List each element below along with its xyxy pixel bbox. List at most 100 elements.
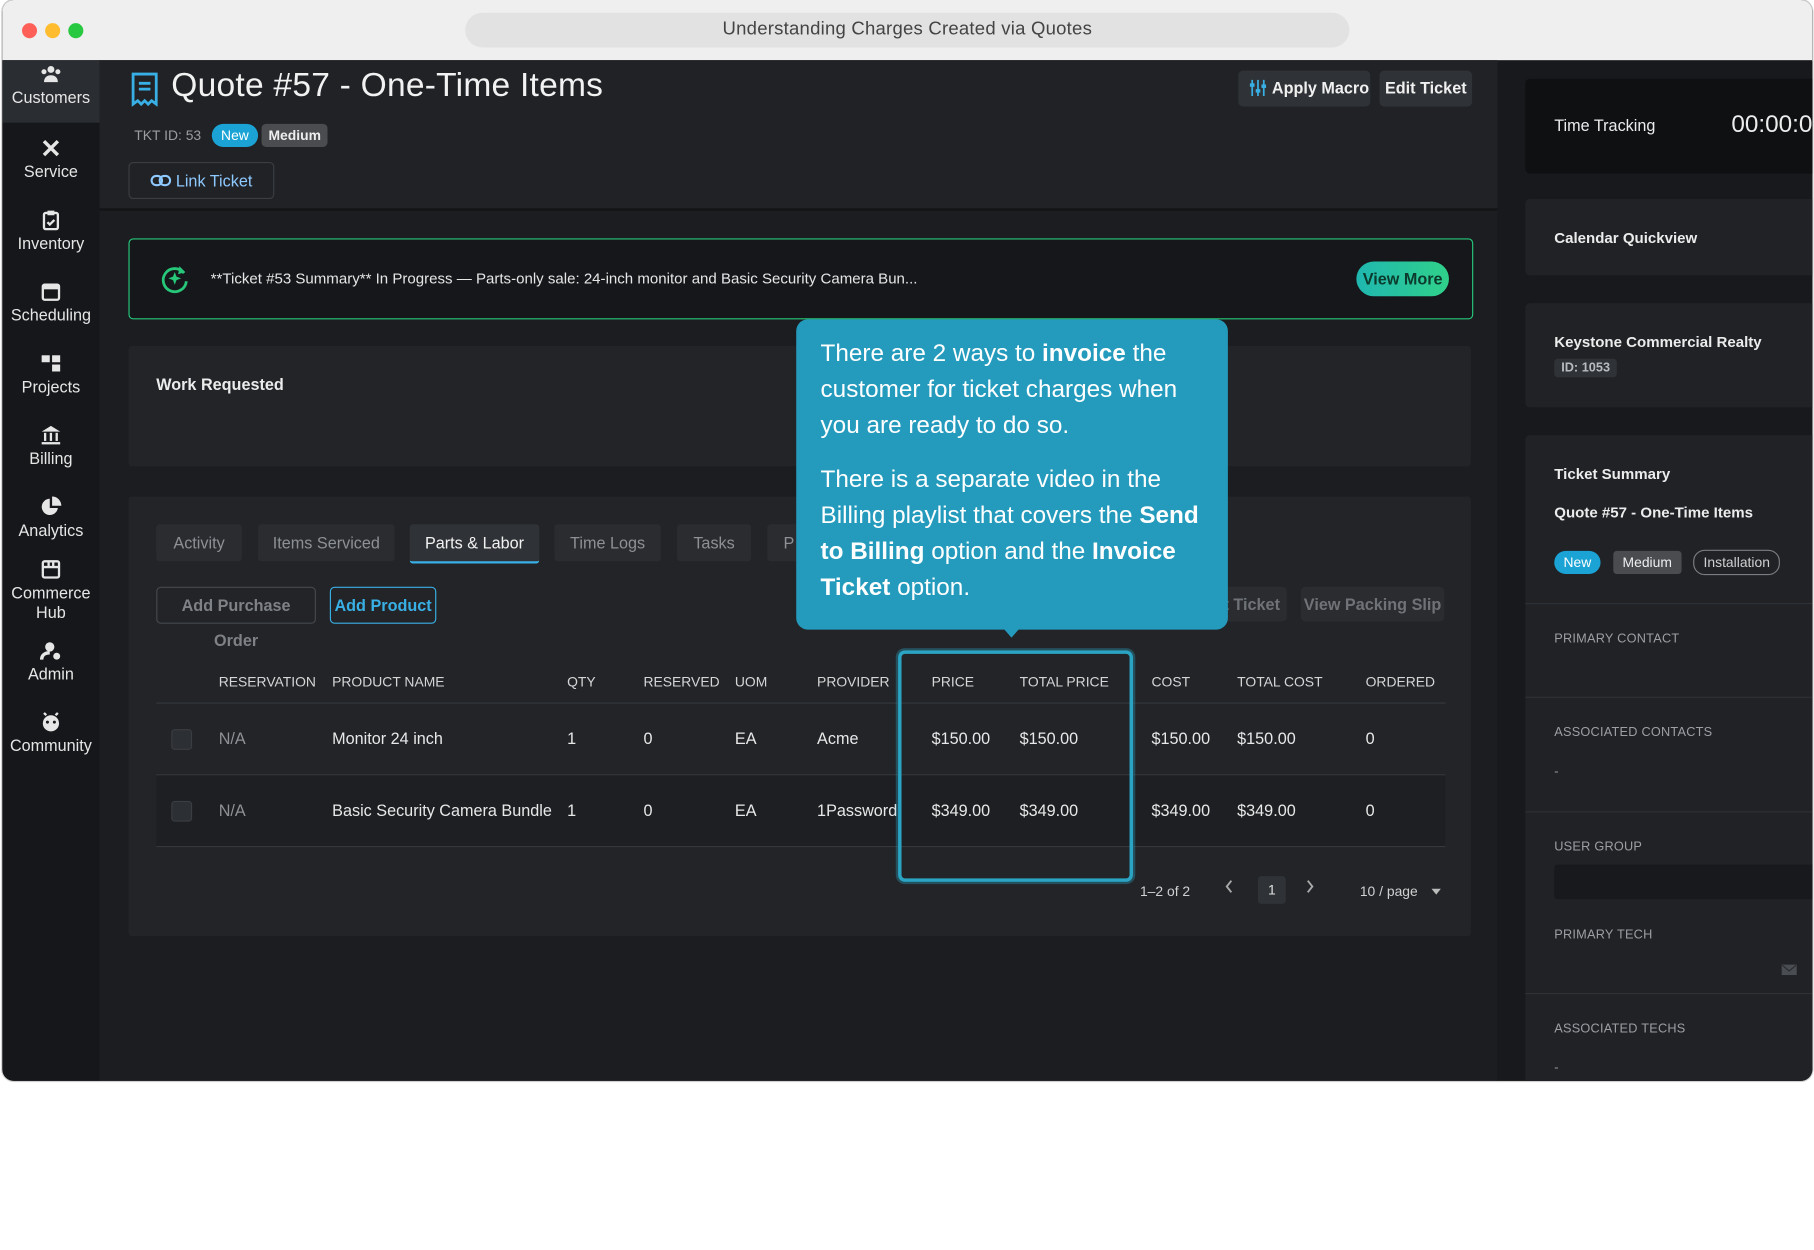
sidebar-item-inventory[interactable]: Inventory (2, 208, 99, 252)
column-header[interactable]: TOTAL COST (1237, 674, 1322, 690)
sidebar-item-label: Commerce Hub (11, 583, 91, 622)
prev-page-button[interactable] (1223, 878, 1235, 898)
time-tracking-label: Time Tracking (1554, 115, 1656, 135)
priority-badge: Medium (1613, 550, 1682, 575)
summary-text: **Ticket #53 Summary** In Progress — Par… (210, 269, 918, 288)
cell-uom: EA (734, 800, 757, 820)
time-tracking-timer[interactable]: 00:00:0 (1731, 111, 1812, 139)
maximize-window-button[interactable] (68, 23, 84, 39)
apply-macro-button[interactable]: Apply Macro (1238, 70, 1371, 107)
calendar-icon (41, 283, 61, 301)
calendar-quickview-card[interactable]: Calendar Quickview (1525, 199, 1813, 276)
sidebar-item-projects[interactable]: Projects (2, 352, 99, 396)
table-row[interactable]: N/A Monitor 24 inch 1 0 EA Acme $150.00 … (156, 704, 1446, 776)
next-page-button[interactable] (1304, 878, 1316, 900)
sidebar-item-admin[interactable]: Admin (2, 639, 99, 683)
column-header[interactable]: RESERVED (643, 674, 719, 690)
window-title: Understanding Charges Created via Quotes (465, 12, 1350, 48)
cell-reserved: 0 (643, 800, 653, 820)
sidebar-item-community[interactable]: Community (2, 711, 99, 755)
tab-tasks[interactable]: Tasks (677, 524, 752, 562)
column-header[interactable]: RESERVATION (219, 674, 316, 690)
bank-icon (41, 425, 61, 445)
close-window-button[interactable] (21, 23, 38, 39)
right-panel: Time Tracking 00:00:0 Calendar Quickview… (1497, 60, 1813, 1081)
edit-ticket-button[interactable]: Edit Ticket (1379, 70, 1473, 107)
ticket-id: TKT ID: 53 (134, 127, 202, 144)
tab-items-serviced[interactable]: Items Serviced (258, 524, 395, 562)
chevron-left-icon (1225, 880, 1233, 893)
cell-reserved: 0 (643, 729, 653, 748)
cell-qty: 1 (567, 729, 577, 748)
column-header[interactable]: QTY (567, 674, 596, 690)
cell-reservation: N/A (218, 800, 246, 820)
ticket-summary-card: Ticket Summary Quote #57 - One-Time Item… (1525, 435, 1813, 1081)
tab-activity[interactable]: Activity (156, 524, 242, 562)
cell-total-cost: $150.00 (1237, 729, 1296, 748)
pagination-range: 1–2 of 2 (1139, 883, 1191, 900)
column-header[interactable]: ORDERED (1366, 674, 1435, 690)
customer-id-badge: ID: 1053 (1554, 358, 1617, 378)
calendar-quickview-label: Calendar Quickview (1554, 229, 1698, 247)
cell-ordered: 0 (1365, 800, 1375, 820)
divider (1525, 992, 1813, 995)
tooltip-arrow (1003, 628, 1020, 638)
cell-reservation: N/A (218, 729, 246, 748)
mail-icon[interactable] (1781, 964, 1797, 976)
sidebar-item-commerce-hub[interactable]: Commerce Hub (2, 558, 99, 623)
column-header[interactable]: PRODUCT NAME (332, 674, 444, 690)
page-number-button[interactable]: 1 (1257, 876, 1286, 904)
view-packing-slip-button[interactable]: View Packing Slip (1300, 586, 1445, 622)
cell-qty: 1 (567, 800, 577, 820)
tooltip-text: There are 2 ways to (820, 340, 1043, 367)
sidebar-item-billing[interactable]: Billing (2, 424, 99, 468)
sidebar-item-label: Service (23, 162, 78, 181)
sidebar-item-service[interactable]: Service (2, 137, 99, 181)
link-ticket-button[interactable]: Link Ticket (128, 162, 275, 200)
link-ticket-label: Link Ticket (175, 171, 253, 190)
sidebar-item-label: Analytics (18, 520, 84, 540)
caret-down-icon (1432, 888, 1442, 895)
add-purchase-order-button[interactable]: Add Purchase Order (156, 586, 316, 649)
table-row[interactable]: N/A Basic Security Camera Bundle 1 0 EA … (156, 775, 1446, 848)
sidebar-item-label: Inventory (17, 233, 85, 253)
chevron-right-icon (1307, 880, 1314, 893)
tooltip-paragraph-2: There is a separate video in the Billing… (821, 462, 1214, 606)
row-checkbox[interactable] (171, 729, 193, 750)
ticket-summary-title: Quote #57 - One-Time Items (1554, 503, 1753, 521)
projects-icon (41, 355, 61, 372)
ticket-header: Quote #57 - One-Time Items TKT ID: 53 Ne… (99, 60, 1498, 211)
sidebar-item-label: Customers (11, 87, 91, 107)
quote-document-icon (131, 72, 158, 107)
user-group-select[interactable] (1554, 864, 1813, 900)
minimize-window-button[interactable] (45, 23, 61, 39)
tab-time-logs[interactable]: Time Logs (554, 524, 661, 562)
primary-tech-label: PRIMARY TECH (1554, 928, 1653, 943)
add-product-button[interactable]: Add Product (329, 586, 437, 624)
cell-total-cost: $349.00 (1237, 800, 1296, 820)
sidebar-item-customers[interactable]: Customers (2, 60, 100, 123)
time-tracking-card: Time Tracking 00:00:0 (1525, 78, 1813, 174)
type-badge: Installation (1693, 549, 1781, 576)
invoice-ticket-button[interactable]: t Ticket (1222, 586, 1287, 622)
cell-ordered: 0 (1365, 729, 1375, 748)
view-more-button[interactable]: View More (1356, 261, 1449, 297)
page-size-select[interactable]: 10 / page (1360, 883, 1443, 899)
macro-icon (1249, 79, 1267, 97)
column-header[interactable]: PROVIDER (817, 674, 890, 690)
row-checkbox[interactable] (171, 800, 193, 822)
pie-chart-icon (41, 496, 62, 515)
sidebar-item-analytics[interactable]: Analytics (2, 495, 99, 539)
tab-parts-labor[interactable]: Parts & Labor (409, 524, 540, 564)
sidebar-item-scheduling[interactable]: Scheduling (2, 280, 99, 324)
app-window: Understanding Charges Created via Quotes… (2, 0, 1813, 1081)
tools-icon (42, 139, 60, 157)
column-header[interactable]: COST (1152, 674, 1191, 690)
customer-name[interactable]: Keystone Commercial Realty (1554, 333, 1761, 350)
table-header: RESERVATION PRODUCT NAME QTY RESERVED UO… (156, 659, 1446, 704)
cell-product-name: Monitor 24 inch (332, 729, 443, 748)
column-header[interactable]: UOM (735, 674, 767, 690)
cell-provider: Acme (817, 729, 859, 748)
cell-cost: $150.00 (1151, 729, 1211, 748)
price-columns-highlight (898, 650, 1133, 882)
